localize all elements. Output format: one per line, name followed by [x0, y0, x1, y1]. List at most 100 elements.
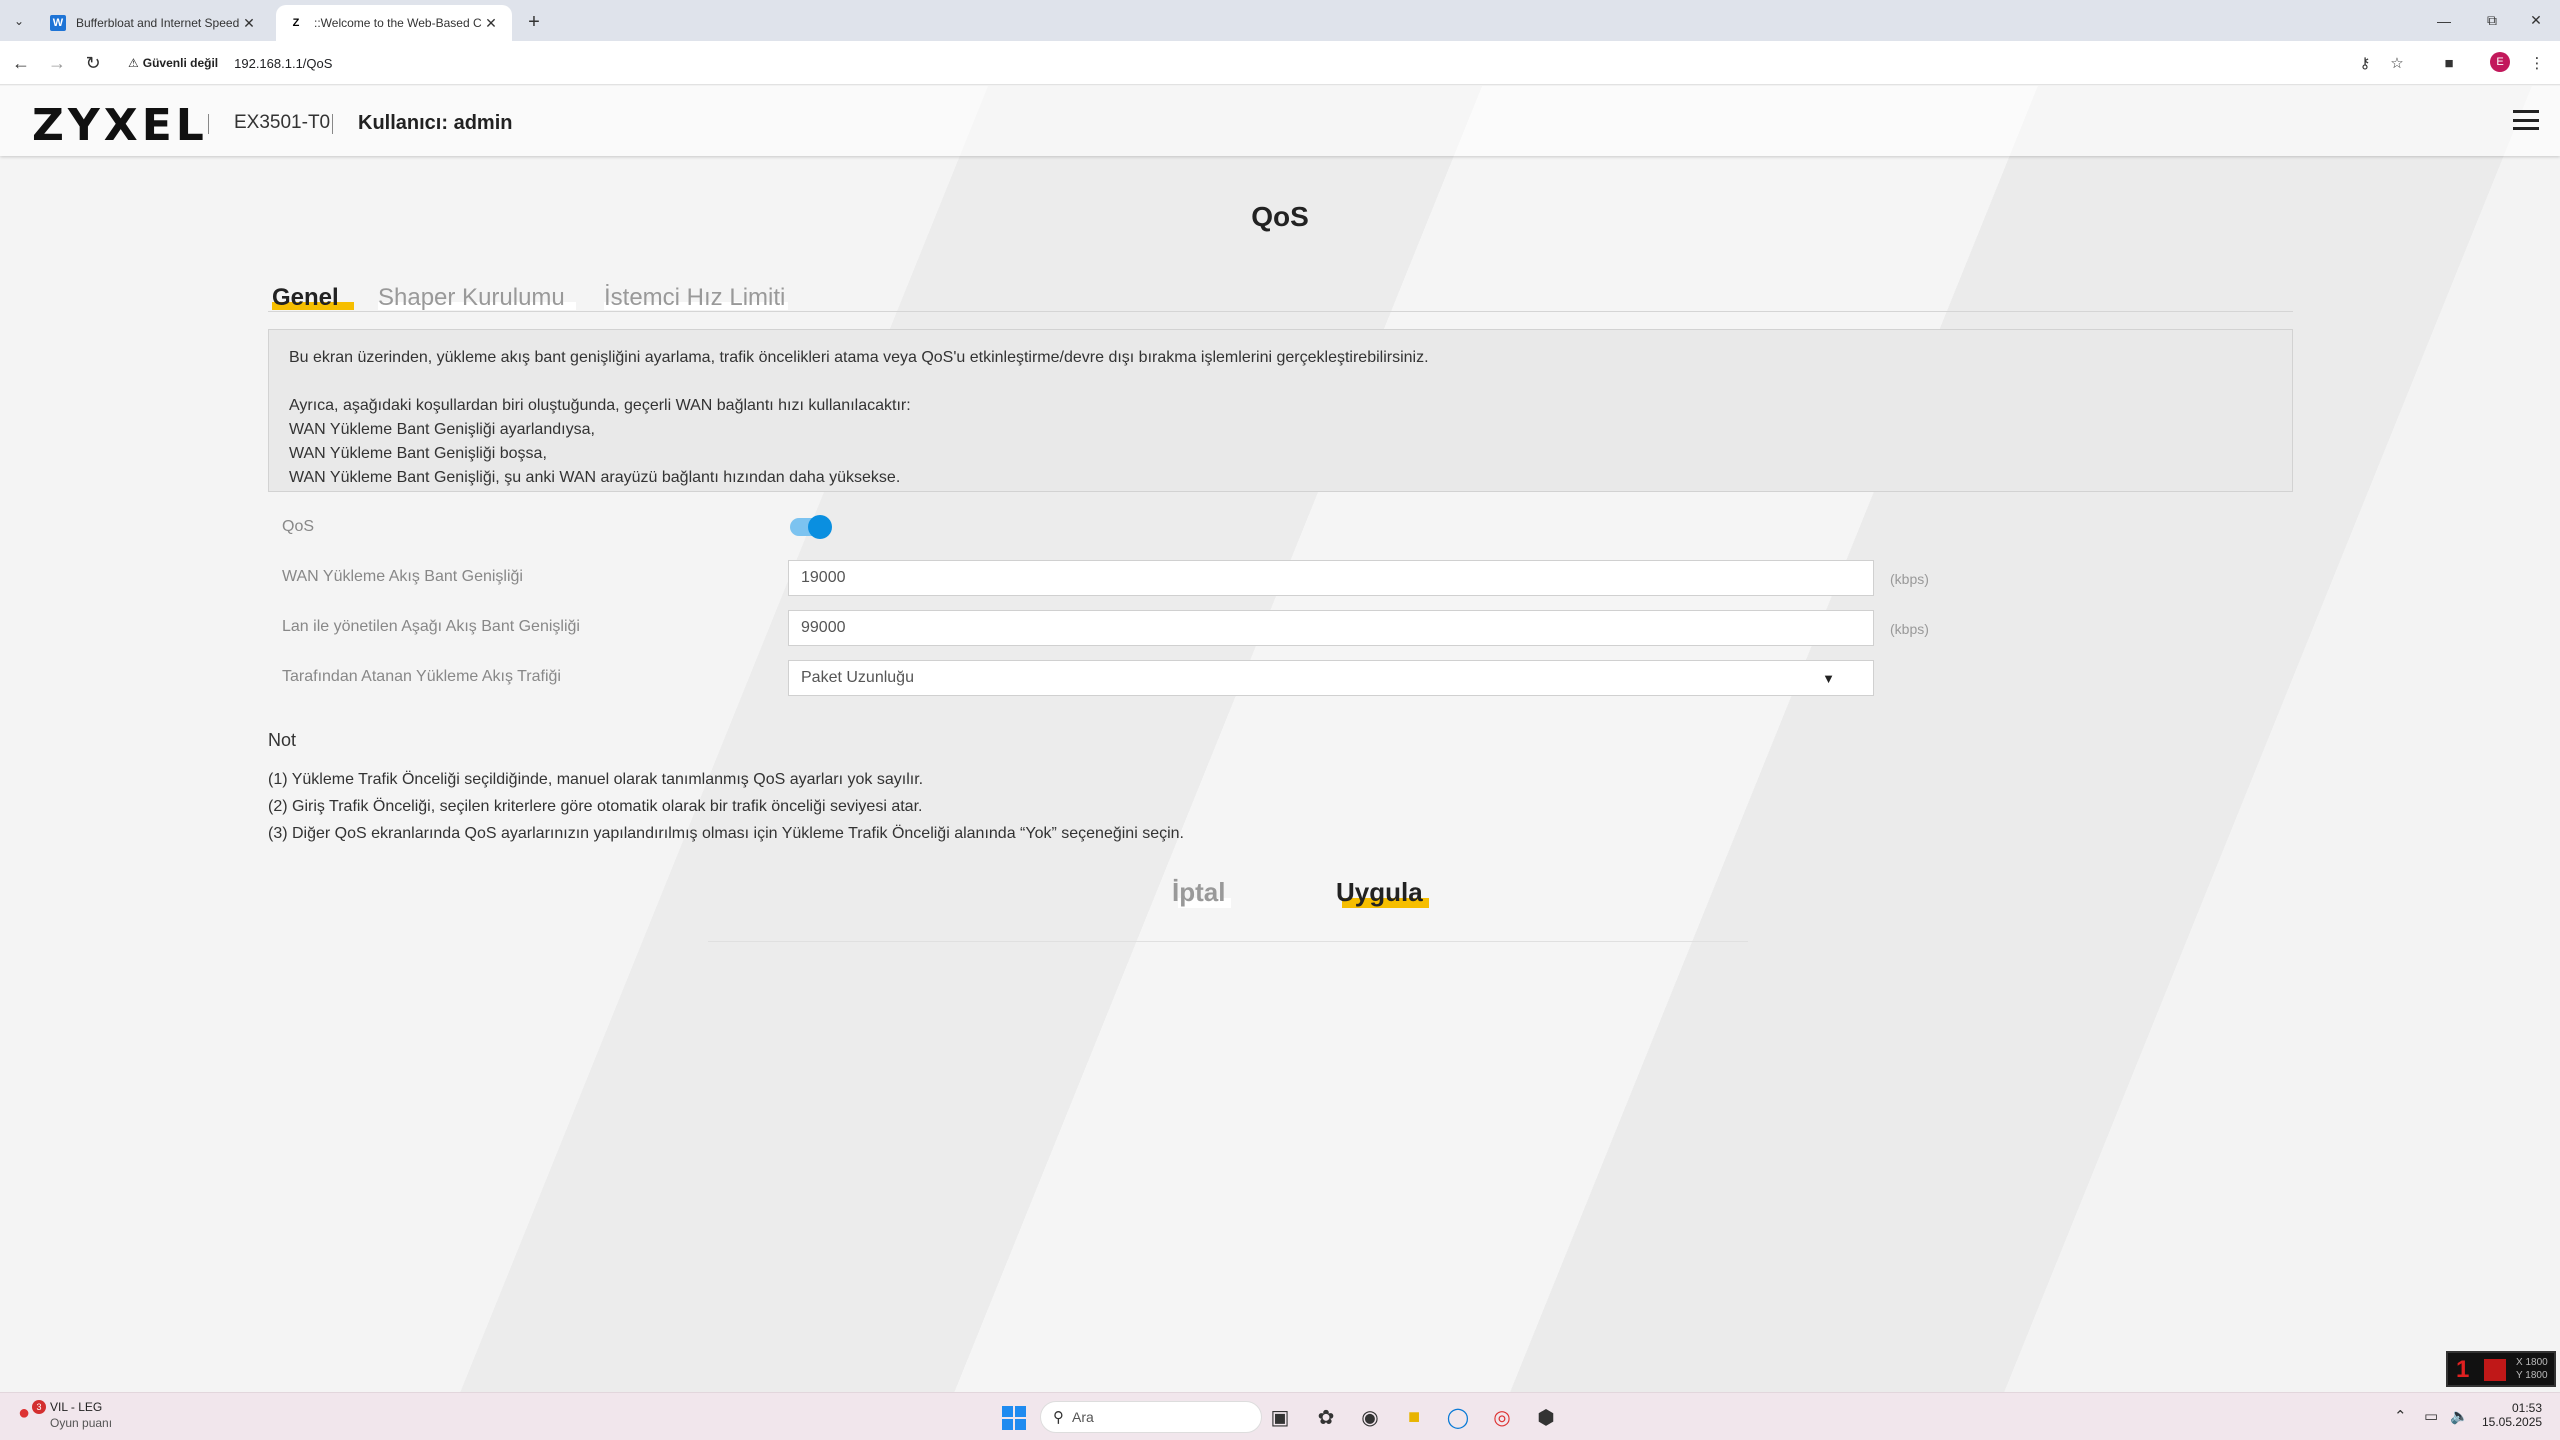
- hamburger-menu-icon[interactable]: [2513, 110, 2539, 130]
- upload-traffic-select[interactable]: Paket Uzunluğu ▼: [788, 660, 1874, 696]
- bookmark-star-icon[interactable]: ☆: [2386, 52, 2408, 74]
- reload-icon[interactable]: ↻: [80, 50, 106, 76]
- security-label: Güvenli değil: [142, 56, 219, 70]
- router-page: ZYXEL EX3501-T0 Kullanıcı: admin QoS Gen…: [0, 86, 2560, 1392]
- tab-label: İstemci Hız Limiti: [604, 284, 786, 311]
- minimize-icon[interactable]: —: [2420, 0, 2468, 41]
- wan-upload-input[interactable]: [801, 569, 1861, 587]
- chrome-icon[interactable]: ◎: [1488, 1403, 1516, 1431]
- cancel-label: İptal: [1172, 877, 1226, 907]
- new-tab-plus-icon[interactable]: +: [520, 8, 548, 36]
- qos-toggle[interactable]: [790, 515, 832, 539]
- taskbar-search[interactable]: ⚲ Ara: [1040, 1401, 1262, 1433]
- overlay-logo-icon: [2484, 1359, 2506, 1381]
- tray-chevron-icon[interactable]: ⌃: [2394, 1407, 2407, 1425]
- qos-label: QoS: [282, 518, 315, 535]
- security-chip[interactable]: ⚠ Güvenli değil: [122, 56, 226, 70]
- forward-arrow-icon[interactable]: →: [44, 50, 70, 76]
- toggle-knob: [808, 515, 832, 539]
- header-divider: [208, 114, 209, 134]
- search-icon: ⚲: [1053, 1409, 1064, 1426]
- button-divider: [708, 941, 1748, 942]
- app-cube-icon[interactable]: ⬢: [1532, 1403, 1560, 1431]
- tab-genel[interactable]: Genel: [272, 284, 354, 312]
- password-key-icon[interactable]: ⚷: [2354, 52, 2376, 74]
- overlay-text: X 1800 Y 1800: [2516, 1356, 2548, 1382]
- wan-upload-unit: (kbps): [1890, 571, 1929, 587]
- favicon-w-icon: W: [50, 15, 66, 31]
- clock-time: 01:53: [2511, 1401, 2542, 1415]
- fps-value: 1: [2456, 1356, 2470, 1383]
- note-item: (1) Yükleme Trafik Önceliği seçildiğinde…: [268, 771, 924, 788]
- copilot-icon[interactable]: ✿: [1312, 1403, 1340, 1431]
- info-line: Ayrıca, aşağıdaki koşullardan biri oluşt…: [289, 397, 911, 414]
- restore-icon[interactable]: ⧉: [2468, 0, 2516, 41]
- close-window-icon[interactable]: ✕: [2512, 0, 2560, 41]
- lan-down-row: Lan ile yönetilen Aşağı Akış Bant Genişl…: [282, 610, 1942, 646]
- browser-tab-bufferbloat[interactable]: W Bufferbloat and Internet Speed ✕: [38, 5, 270, 41]
- tab-label: Shaper Kurulumu: [378, 284, 565, 311]
- tab-title: Bufferbloat and Internet Speed: [76, 16, 240, 30]
- back-arrow-icon[interactable]: ←: [8, 50, 34, 76]
- info-line: WAN Yükleme Bant Genişliği boşsa,: [289, 445, 547, 462]
- extensions-puzzle-icon[interactable]: ■: [2438, 52, 2460, 74]
- profile-avatar[interactable]: E: [2490, 52, 2510, 72]
- steam-icon[interactable]: ◉: [1356, 1403, 1384, 1431]
- info-line: WAN Yükleme Bant Genişliği ayarlandıysa,: [289, 421, 595, 438]
- game-score-icon: ● 3: [18, 1400, 46, 1428]
- lan-down-field[interactable]: [788, 610, 1874, 646]
- page-title: QoS: [1251, 201, 1309, 232]
- warning-triangle-icon: ⚠: [128, 56, 139, 70]
- note-item: (3) Diğer QoS ekranlarında QoS ayarların…: [268, 825, 1184, 842]
- close-tab-icon[interactable]: ✕: [240, 15, 258, 32]
- notes-title: Not: [268, 730, 297, 750]
- qos-tabs: Genel Shaper Kurulumu İstemci Hız Limiti: [268, 284, 2293, 312]
- widget-title: VIL - LEG: [50, 1400, 103, 1414]
- tab-label: Genel: [272, 284, 339, 311]
- windows-taskbar: ● 3 VIL - LEG Oyun puanı ⚲ Ara ▣ ✿ ◉ ■ ◯…: [0, 1392, 2560, 1440]
- zyxel-logo: ZYXEL: [32, 100, 208, 151]
- upload-traffic-label: Tarafından Atanan Yükleme Akış Trafiği: [282, 668, 561, 685]
- browser-tab-zyxel[interactable]: Z ::Welcome to the Web-Based C ✕: [276, 5, 512, 41]
- wan-upload-label: WAN Yükleme Akış Bant Genişliği: [282, 568, 523, 585]
- url-text[interactable]: 192.168.1.1/QoS: [234, 56, 332, 71]
- lan-down-unit: (kbps): [1890, 621, 1929, 637]
- browser-tab-bar: ⌄ W Bufferbloat and Internet Speed ✕ Z :…: [0, 0, 2560, 41]
- widgets-button[interactable]: ● 3 VIL - LEG Oyun puanı: [18, 1399, 112, 1431]
- volume-icon[interactable]: 🔈: [2450, 1407, 2469, 1425]
- overlay-line: X 1800: [2516, 1357, 2548, 1368]
- edge-icon[interactable]: ◯: [1444, 1403, 1472, 1431]
- widget-subtitle: Oyun puanı: [50, 1416, 113, 1430]
- wan-upload-row: WAN Yükleme Akış Bant Genişliği (kbps): [282, 560, 1942, 596]
- notes-list: (1) Yükleme Trafik Önceliği seçildiğinde…: [268, 766, 1184, 847]
- tab-shaper-kurulumu[interactable]: Shaper Kurulumu: [378, 284, 576, 312]
- task-view-icon[interactable]: ▣: [1266, 1403, 1294, 1431]
- wan-upload-field[interactable]: [788, 560, 1874, 596]
- notification-badge: 3: [32, 1400, 46, 1414]
- clock-date: 15.05.2025: [2482, 1415, 2543, 1429]
- windows-start-icon[interactable]: [1002, 1406, 1026, 1430]
- tab-search-chevron-icon[interactable]: ⌄: [8, 10, 30, 32]
- qos-row: QoS: [282, 515, 1942, 552]
- router-header: ZYXEL EX3501-T0 Kullanıcı: admin: [0, 86, 2560, 156]
- upload-traffic-value: Paket Uzunluğu: [801, 669, 914, 686]
- overlay-line: Y 1800: [2516, 1370, 2548, 1381]
- info-line: WAN Yükleme Bant Genişliği, şu anki WAN …: [289, 469, 901, 486]
- close-tab-icon[interactable]: ✕: [482, 15, 500, 32]
- info-box: Bu ekran üzerinden, yükleme akış bant ge…: [268, 329, 2293, 492]
- browser-menu-icon[interactable]: ⋮: [2526, 52, 2548, 74]
- network-icon[interactable]: ▭: [2424, 1407, 2438, 1425]
- address-bar[interactable]: ⚠ Güvenli değil 192.168.1.1/QoS: [122, 47, 2412, 79]
- apply-button[interactable]: Uygula: [1336, 877, 1429, 908]
- fps-overlay: 1 X 1800 Y 1800: [2446, 1351, 2556, 1387]
- favicon-zyxel-icon: Z: [292, 17, 300, 29]
- info-line: Bu ekran üzerinden, yükleme akış bant ge…: [289, 349, 1429, 366]
- dropdown-caret-icon: ▼: [1822, 671, 1835, 686]
- cancel-button[interactable]: İptal: [1172, 877, 1232, 908]
- lan-down-input[interactable]: [801, 619, 1861, 637]
- tab-istemci-hiz-limiti[interactable]: İstemci Hız Limiti: [604, 284, 788, 312]
- system-clock[interactable]: 01:53 15.05.2025: [2482, 1401, 2542, 1429]
- search-placeholder: Ara: [1072, 1409, 1094, 1425]
- file-explorer-icon[interactable]: ■: [1400, 1403, 1428, 1431]
- browser-toolbar: ← → ↻ ⚠ Güvenli değil 192.168.1.1/QoS ⚷ …: [0, 41, 2560, 85]
